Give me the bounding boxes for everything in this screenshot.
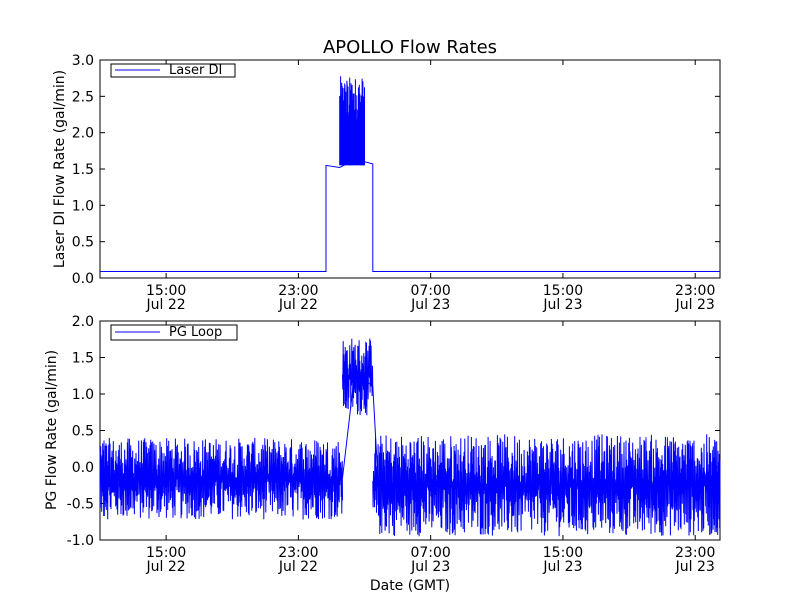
y-tick-label: -1.0 <box>67 533 94 549</box>
x-tick-date-label: Jul 22 <box>278 297 318 313</box>
figure: APOLLO Flow Rates 0.00.51.01.52.02.53.0 … <box>44 37 721 594</box>
x-tick-date-label: Jul 23 <box>542 297 582 313</box>
y-tick-label: 2.5 <box>72 89 94 105</box>
y-tick-label: 3.0 <box>72 53 94 69</box>
legend-label: Laser DI <box>169 63 222 78</box>
x-tick-date-label: Jul 23 <box>542 559 582 575</box>
x-tick-date-label: Jul 23 <box>675 559 715 575</box>
x-tick-date-label: Jul 22 <box>146 297 186 313</box>
y-tick-label: 0.5 <box>72 424 94 440</box>
y-axis-label: Laser DI Flow Rate (gal/min) <box>52 70 68 268</box>
y-tick-label: 1.0 <box>72 198 94 214</box>
y-tick-label: 1.5 <box>72 162 94 178</box>
x-tick-date-label: Jul 23 <box>410 559 450 575</box>
y-tick-label: 0.5 <box>72 235 94 251</box>
plot-frame <box>99 59 721 279</box>
x-tick-date-label: Jul 22 <box>278 559 318 575</box>
legend: PG Loop <box>110 324 238 341</box>
chart-title: APOLLO Flow Rates <box>323 37 497 58</box>
panel-laser-di: 0.00.51.01.52.02.53.0 15:00Jul 2223:00Ju… <box>52 53 721 313</box>
x-axis-label: Date (GMT) <box>370 578 450 594</box>
y-tick-label: 0.0 <box>72 271 94 287</box>
x-tick-date-label: Jul 22 <box>146 559 186 575</box>
legend: Laser DI <box>110 63 236 78</box>
legend-label: PG Loop <box>169 325 222 340</box>
y-tick-label: 0.0 <box>72 460 94 476</box>
y-axis-label: PG Flow Rate (gal/min) <box>44 350 60 510</box>
x-tick-date-label: Jul 23 <box>410 297 450 313</box>
y-tick-label: 1.0 <box>72 387 94 403</box>
y-tick-label: -0.5 <box>67 497 94 513</box>
x-tick-date-label: Jul 23 <box>675 297 715 313</box>
y-tick-label: 2.0 <box>72 126 94 142</box>
panel-pg-loop: -1.0-0.50.00.51.01.52.0 15:00Jul 2223:00… <box>44 314 721 594</box>
y-tick-label: 2.0 <box>72 314 94 330</box>
y-tick-label: 1.5 <box>72 351 94 367</box>
